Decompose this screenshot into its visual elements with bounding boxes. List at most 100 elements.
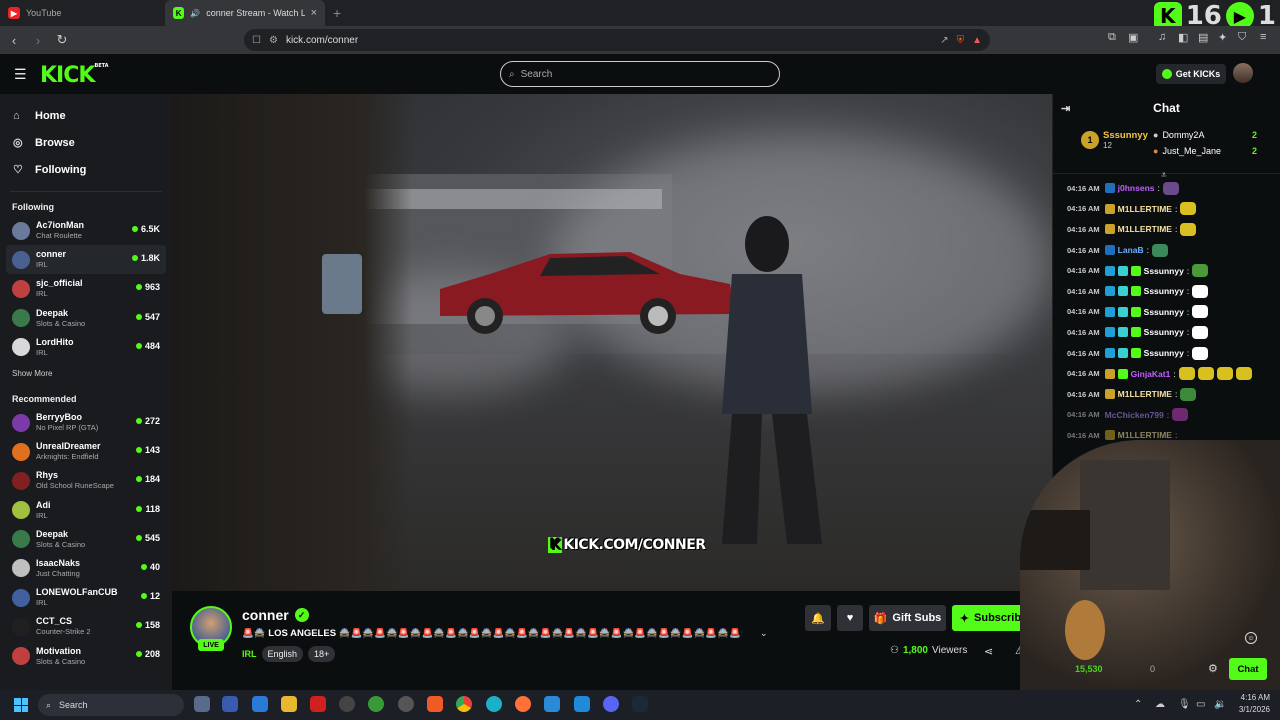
user-avatar[interactable] — [1233, 63, 1253, 83]
sidebar-channel[interactable]: IsaacNaks Just Chatting 40 — [0, 554, 172, 583]
sidebar-channel[interactable]: Rhys Old School RuneScape 184 — [0, 466, 172, 495]
speaker-icon[interactable]: 🔊 — [190, 9, 200, 18]
chat-username[interactable]: LanaB — [1118, 245, 1144, 255]
chat-username[interactable]: M1LLERTIME — [1118, 224, 1172, 234]
forward-icon[interactable]: › — [28, 33, 48, 48]
close-icon[interactable]: × — [311, 7, 317, 19]
taskbar-app-icon[interactable] — [398, 696, 414, 712]
chat-username[interactable]: Sssunnyy — [1144, 307, 1184, 317]
chat-send-button[interactable]: Chat — [1229, 658, 1267, 680]
taskbar-app-icon[interactable] — [310, 696, 326, 712]
brave-shield-icon[interactable]: ⛨ — [957, 35, 965, 46]
video-player[interactable]: K KICK.COM/CONNER — [172, 94, 1052, 591]
chat-username[interactable]: Sssunnyy — [1144, 327, 1184, 337]
sidebar-channel[interactable]: LordHito IRL 484 — [0, 333, 172, 362]
chrome-icon[interactable] — [456, 696, 472, 712]
chat-username[interactable]: Sssunnyy — [1144, 266, 1184, 276]
sidebar-channel[interactable]: conner IRL 1.8K — [6, 245, 166, 275]
nav-browse[interactable]: ◎ Browse — [0, 129, 172, 156]
screenshot-icon[interactable]: ▣ — [1128, 31, 1138, 44]
menu-icon[interactable]: ≡ — [1260, 31, 1266, 43]
steam-icon[interactable] — [632, 696, 648, 712]
tray-app-icon[interactable]: ☁ — [1155, 699, 1165, 710]
bookmark-icon[interactable]: ☐ — [252, 35, 261, 46]
chat-username[interactable]: Sssunnyy — [1144, 286, 1184, 296]
tag-pill[interactable]: English — [261, 646, 304, 662]
nav-following[interactable]: ♡ Following — [0, 156, 172, 183]
clock[interactable]: 4:16 AM 3/1/2026 — [1239, 692, 1270, 716]
leader-row[interactable]: ● Dommy2A 2 — [1153, 130, 1257, 140]
get-kicks-button[interactable]: Get KICKs — [1156, 64, 1226, 84]
reload-icon[interactable]: ↻ — [52, 32, 72, 48]
brave-rewards-icon[interactable]: ▲ — [972, 35, 982, 46]
sidebar-channel[interactable]: LONEWOLFanCUB IRL 12 — [0, 583, 172, 612]
tab-youtube[interactable]: ▶ YouTube — [0, 0, 165, 26]
search-input[interactable]: ⌕ Search — [500, 61, 780, 87]
taskbar-app-icon[interactable] — [368, 696, 384, 712]
taskbar-search[interactable]: ⌕ Search — [38, 694, 184, 716]
sidebar-channel[interactable]: Deepak Slots & Casino 547 — [0, 304, 172, 333]
sidebar-icon[interactable]: ◧ — [1178, 31, 1188, 44]
sidebar-channel[interactable]: UnrealDreamer Arknights: Endfield 143 — [0, 437, 172, 466]
show-more-button[interactable]: Show More — [0, 362, 172, 386]
gear-icon[interactable]: ⚙ — [1208, 662, 1218, 675]
taskbar-app-icon[interactable] — [252, 696, 268, 712]
leader-row[interactable]: ● Just_Me_Jane 2 — [1153, 146, 1257, 156]
chevron-up-icon[interactable]: ⌃ — [1134, 699, 1142, 710]
taskbar-app-icon[interactable] — [339, 696, 355, 712]
edge-icon[interactable] — [486, 696, 502, 712]
follow-button[interactable]: ♥ — [837, 605, 863, 631]
wallet-icon[interactable]: ▤ — [1198, 31, 1208, 44]
tag-pill[interactable]: 18+ — [308, 646, 336, 662]
firefox-icon[interactable] — [515, 696, 531, 712]
sidebar-channel[interactable]: BerryyBoo No Pixel RP (GTA) 272 — [0, 408, 172, 437]
new-tab-button[interactable]: + — [333, 5, 341, 21]
chat-username[interactable]: M1LLERTIME — [1118, 389, 1172, 399]
gift-subs-button[interactable]: 🎁 Gift Subs — [869, 605, 946, 631]
brave-icon[interactable] — [427, 696, 443, 712]
windows-start-icon[interactable] — [14, 698, 28, 712]
mic-icon[interactable]: 🎙 — [1178, 699, 1191, 710]
notification-button[interactable]: 🔔 — [805, 605, 831, 631]
chat-username[interactable]: M1LLERTIME — [1118, 430, 1172, 440]
ai-icon[interactable]: ✦ — [1218, 31, 1227, 44]
sidebar-channel[interactable]: CCT_CS Counter-Strike 2 158 — [0, 612, 172, 641]
sidebar-channel[interactable]: Adi IRL 118 — [0, 496, 172, 525]
url-field[interactable]: ☐ ⚙ kick.com/conner ↗ ⛨ ▲ — [244, 29, 990, 51]
share-icon[interactable]: ⋖ — [984, 645, 993, 658]
leader-name: Just_Me_Jane — [1162, 146, 1221, 156]
site-info-icon[interactable]: ⚙ — [269, 35, 278, 46]
display-icon[interactable]: ▭ — [1196, 699, 1205, 710]
chat-username[interactable]: M1LLERTIME — [1118, 204, 1172, 214]
folder-icon[interactable] — [281, 696, 297, 712]
leader-top[interactable]: 1 Sssunnyy 12 — [1081, 130, 1148, 150]
sidebar-channel[interactable]: Ac7ionMan Chat Roulette 6.5K — [0, 216, 172, 245]
taskbar-app-icon[interactable] — [194, 696, 210, 712]
hamburger-menu-icon[interactable]: ☰ — [14, 66, 27, 83]
chat-username[interactable]: Sssunnyy — [1144, 348, 1184, 358]
chevron-down-icon[interactable]: ⌄ — [760, 628, 768, 639]
music-icon[interactable]: ♫ — [1158, 31, 1166, 43]
back-icon[interactable]: ‹ — [4, 33, 24, 48]
sidebar-channel[interactable]: Deepak Slots & Casino 545 — [0, 525, 172, 554]
volume-icon[interactable]: 🔉 — [1214, 699, 1226, 710]
nav-home[interactable]: ⌂ Home — [0, 102, 172, 129]
chat-username[interactable]: GinjaKat1 — [1131, 369, 1171, 379]
chat-username[interactable]: j0hnsens — [1118, 183, 1155, 193]
category-link[interactable]: IRL — [242, 649, 257, 659]
sidebar-channel[interactable]: Motivation Slots & Casino 208 — [0, 641, 172, 670]
sidebar-channel[interactable]: sjc_official IRL 963 — [0, 274, 172, 303]
vpn-icon[interactable]: ⛉ — [1238, 31, 1246, 44]
discord-icon[interactable] — [603, 696, 619, 712]
extensions-icon[interactable]: ⧉ — [1108, 31, 1116, 44]
kick-logo[interactable]: KICKBETA — [40, 63, 109, 88]
collapse-chat-icon[interactable]: ⇥ — [1061, 102, 1070, 115]
taskbar-app-icon[interactable] — [544, 696, 560, 712]
taskbar-app-icon[interactable] — [222, 696, 238, 712]
share-icon[interactable]: ↗ — [940, 35, 948, 46]
tab-kick-conner[interactable]: K 🔊 conner Stream - Watch Live o × — [165, 0, 325, 26]
streamer-name[interactable]: conner — [242, 607, 289, 623]
chat-username[interactable]: McChicken799 — [1105, 410, 1164, 420]
vscode-icon[interactable] — [574, 696, 590, 712]
emoji-icon[interactable]: ☺ — [1245, 632, 1257, 644]
